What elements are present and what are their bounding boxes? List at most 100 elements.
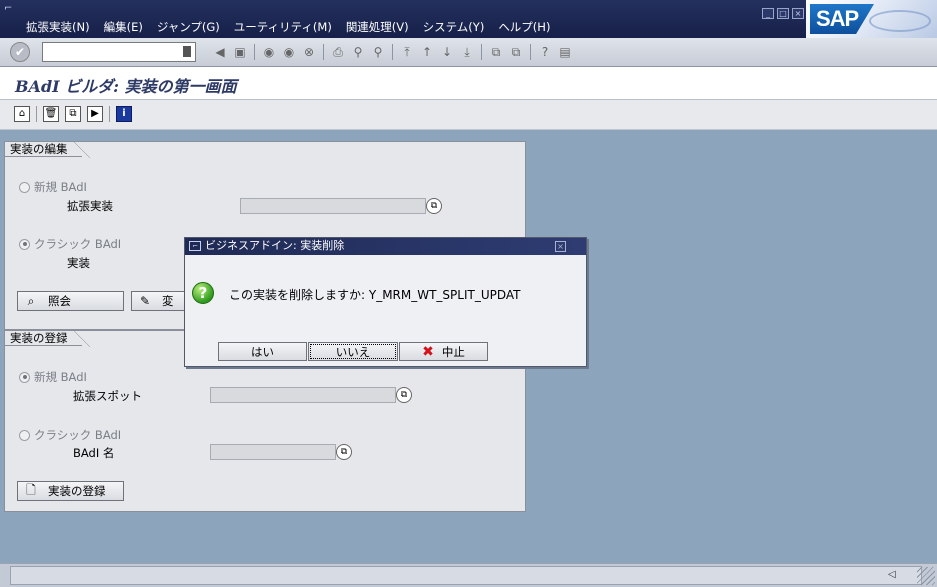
find-icon[interactable]: ⚲: [350, 44, 366, 60]
badi-name-field[interactable]: [210, 444, 336, 460]
layout-menu-icon[interactable]: ▤: [557, 44, 573, 60]
no-button[interactable]: いいえ: [308, 342, 398, 361]
minimize-icon[interactable]: _: [762, 8, 774, 19]
no-button-label: いいえ: [335, 344, 371, 359]
radio-dot[interactable]: [19, 371, 30, 383]
activate-icon[interactable]: ▶: [87, 106, 103, 122]
yes-button-label: はい: [251, 344, 274, 359]
app-toolbar-icons: ⌂ 🗑 ⧉ ▶ i: [14, 106, 132, 122]
radio-label: クラシック BAdI: [34, 428, 122, 442]
status-toggle-icon[interactable]: ◁: [888, 569, 896, 580]
display-change-icon[interactable]: ⌂: [14, 106, 30, 122]
dialog-title: ビジネスアドイン: 実装削除: [205, 239, 345, 252]
toolbar-separator: [392, 44, 393, 60]
toolbar-separator: [109, 106, 110, 122]
yes-button[interactable]: はい: [218, 342, 307, 361]
sap-logo: SAP: [806, 0, 937, 38]
menu-utilities[interactable]: ユーティリティ(M): [234, 19, 332, 35]
radio-label: 新規 BAdI: [34, 180, 87, 194]
exit-icon[interactable]: ◉: [281, 44, 297, 60]
dialog-question: この実装を削除しますか: Y_MRM_WT_SPLIT_UPDAT: [229, 288, 521, 302]
cancel-icon[interactable]: ⊗: [301, 44, 317, 60]
close-window-icon[interactable]: ×: [792, 8, 804, 19]
command-history-icon[interactable]: [183, 46, 191, 57]
pencil-icon: ✎: [139, 294, 151, 308]
implementation-label: 実装: [67, 256, 90, 270]
help-icon[interactable]: ?: [537, 44, 553, 60]
shortcut-icon[interactable]: ⧉: [508, 44, 524, 60]
radio-dot[interactable]: [19, 238, 30, 250]
command-field[interactable]: [42, 42, 196, 62]
title-area: BAdI ビルダ: 実装の第一画面: [0, 67, 937, 100]
menu-environment[interactable]: 関連処理(V): [346, 19, 409, 35]
enter-icon[interactable]: ✔: [10, 42, 30, 62]
delete-confirmation-dialog: ⌐ ビジネスアドイン: 実装削除 × ? この実装を削除しますか: Y_MRM_…: [184, 237, 587, 367]
change-button[interactable]: ✎ 変: [131, 291, 191, 311]
dialog-title-bar: ⌐ ビジネスアドイン: 実装削除 ×: [185, 238, 586, 255]
copy-icon[interactable]: ⧉: [65, 106, 81, 122]
question-icon: ?: [192, 282, 214, 304]
radio-dot[interactable]: [19, 429, 30, 441]
menu-bar: ⌐ 拡張実装(N) 編集(E) ジャンプ(G) ユーティリティ(M) 関連処理(…: [0, 0, 937, 38]
find-next-icon[interactable]: ⚲: [370, 44, 386, 60]
window-controls: _ □ ×: [762, 8, 804, 19]
cancel-x-icon: ✖: [422, 343, 434, 360]
menu-edit[interactable]: 編集(E): [104, 19, 143, 35]
dialog-close-icon[interactable]: ×: [555, 241, 566, 252]
toolbar-separator: [254, 44, 255, 60]
new-session-icon[interactable]: ⧉: [488, 44, 504, 60]
menu-goto[interactable]: ジャンプ(G): [157, 19, 220, 35]
save-icon[interactable]: ▣: [232, 44, 248, 60]
application-toolbar: ⌂ 🗑 ⧉ ▶ i: [0, 100, 937, 130]
logo-swirl-icon: [869, 10, 931, 32]
maximize-icon[interactable]: □: [777, 8, 789, 19]
enhancement-spot-label: 拡張スポット: [73, 389, 142, 403]
radio-dot[interactable]: [19, 181, 30, 193]
resize-grip-icon[interactable]: [917, 567, 935, 585]
delete-icon[interactable]: 🗑: [43, 106, 59, 122]
standard-toolbar: ✔ ◀ ▣ ◉ ◉ ⊗ ⎙ ⚲ ⚲ ⤒ ↑ ↓ ⤓ ⧉ ⧉ ? ▤: [0, 38, 937, 67]
enhancement-spot-field[interactable]: [210, 387, 396, 403]
back-arrow-icon[interactable]: ◀: [212, 44, 228, 60]
cancel-button[interactable]: ✖ 中止: [399, 342, 488, 361]
prev-page-icon[interactable]: ↑: [419, 44, 435, 60]
toolbar-separator: [481, 44, 482, 60]
last-page-icon[interactable]: ⤓: [459, 44, 475, 60]
glasses-icon: ⌕: [27, 293, 35, 308]
menu-list: 拡張実装(N) 編集(E) ジャンプ(G) ユーティリティ(M) 関連処理(V)…: [26, 19, 550, 35]
enhancement-impl-field[interactable]: [240, 198, 426, 214]
radio-create-classic-badi[interactable]: クラシック BAdI: [19, 427, 121, 443]
status-message-field: [10, 566, 922, 585]
info-icon[interactable]: i: [116, 106, 132, 122]
next-page-icon[interactable]: ↓: [439, 44, 455, 60]
print-icon[interactable]: ⎙: [330, 44, 346, 60]
create-implementation-button[interactable]: 🗋 実装の登録: [17, 481, 124, 501]
radio-edit-new-badi[interactable]: 新規 BAdI: [19, 179, 87, 195]
group-title: 実装の登録: [4, 330, 89, 347]
change-button-label: 変: [162, 294, 174, 308]
display-button[interactable]: ⌕ 照会: [17, 291, 124, 311]
value-help-icon[interactable]: ⧉: [336, 444, 352, 460]
radio-create-new-badi[interactable]: 新規 BAdI: [19, 369, 87, 385]
toolbar-separator: [530, 44, 531, 60]
cancel-button-label: 中止: [441, 344, 465, 359]
radio-edit-classic-badi[interactable]: クラシック BAdI: [19, 236, 121, 252]
sap-logo-text: SAP: [810, 4, 874, 34]
menu-enhancement-impl[interactable]: 拡張実装(N): [26, 19, 90, 35]
value-help-icon[interactable]: ⧉: [396, 387, 412, 403]
page-title: BAdI ビルダ: 実装の第一画面: [15, 77, 237, 96]
back-icon[interactable]: ◉: [261, 44, 277, 60]
first-page-icon[interactable]: ⤒: [399, 44, 415, 60]
radio-label: クラシック BAdI: [34, 237, 122, 251]
radio-label: 新規 BAdI: [34, 370, 87, 384]
create-button-label: 実装の登録: [48, 484, 106, 498]
dialog-system-icon: ⌐: [189, 241, 201, 251]
menu-help[interactable]: ヘルプ(H): [498, 19, 550, 35]
badi-name-label: BAdI 名: [73, 446, 115, 460]
new-document-icon: 🗋: [26, 482, 36, 497]
status-bar: ◁: [0, 563, 937, 587]
menu-system[interactable]: システム(Y): [423, 19, 485, 35]
system-menu-icon[interactable]: ⌐: [4, 4, 18, 14]
value-help-icon[interactable]: ⧉: [426, 198, 442, 214]
standard-toolbar-icons: ◀ ▣ ◉ ◉ ⊗ ⎙ ⚲ ⚲ ⤒ ↑ ↓ ⤓ ⧉ ⧉ ? ▤: [212, 44, 573, 60]
